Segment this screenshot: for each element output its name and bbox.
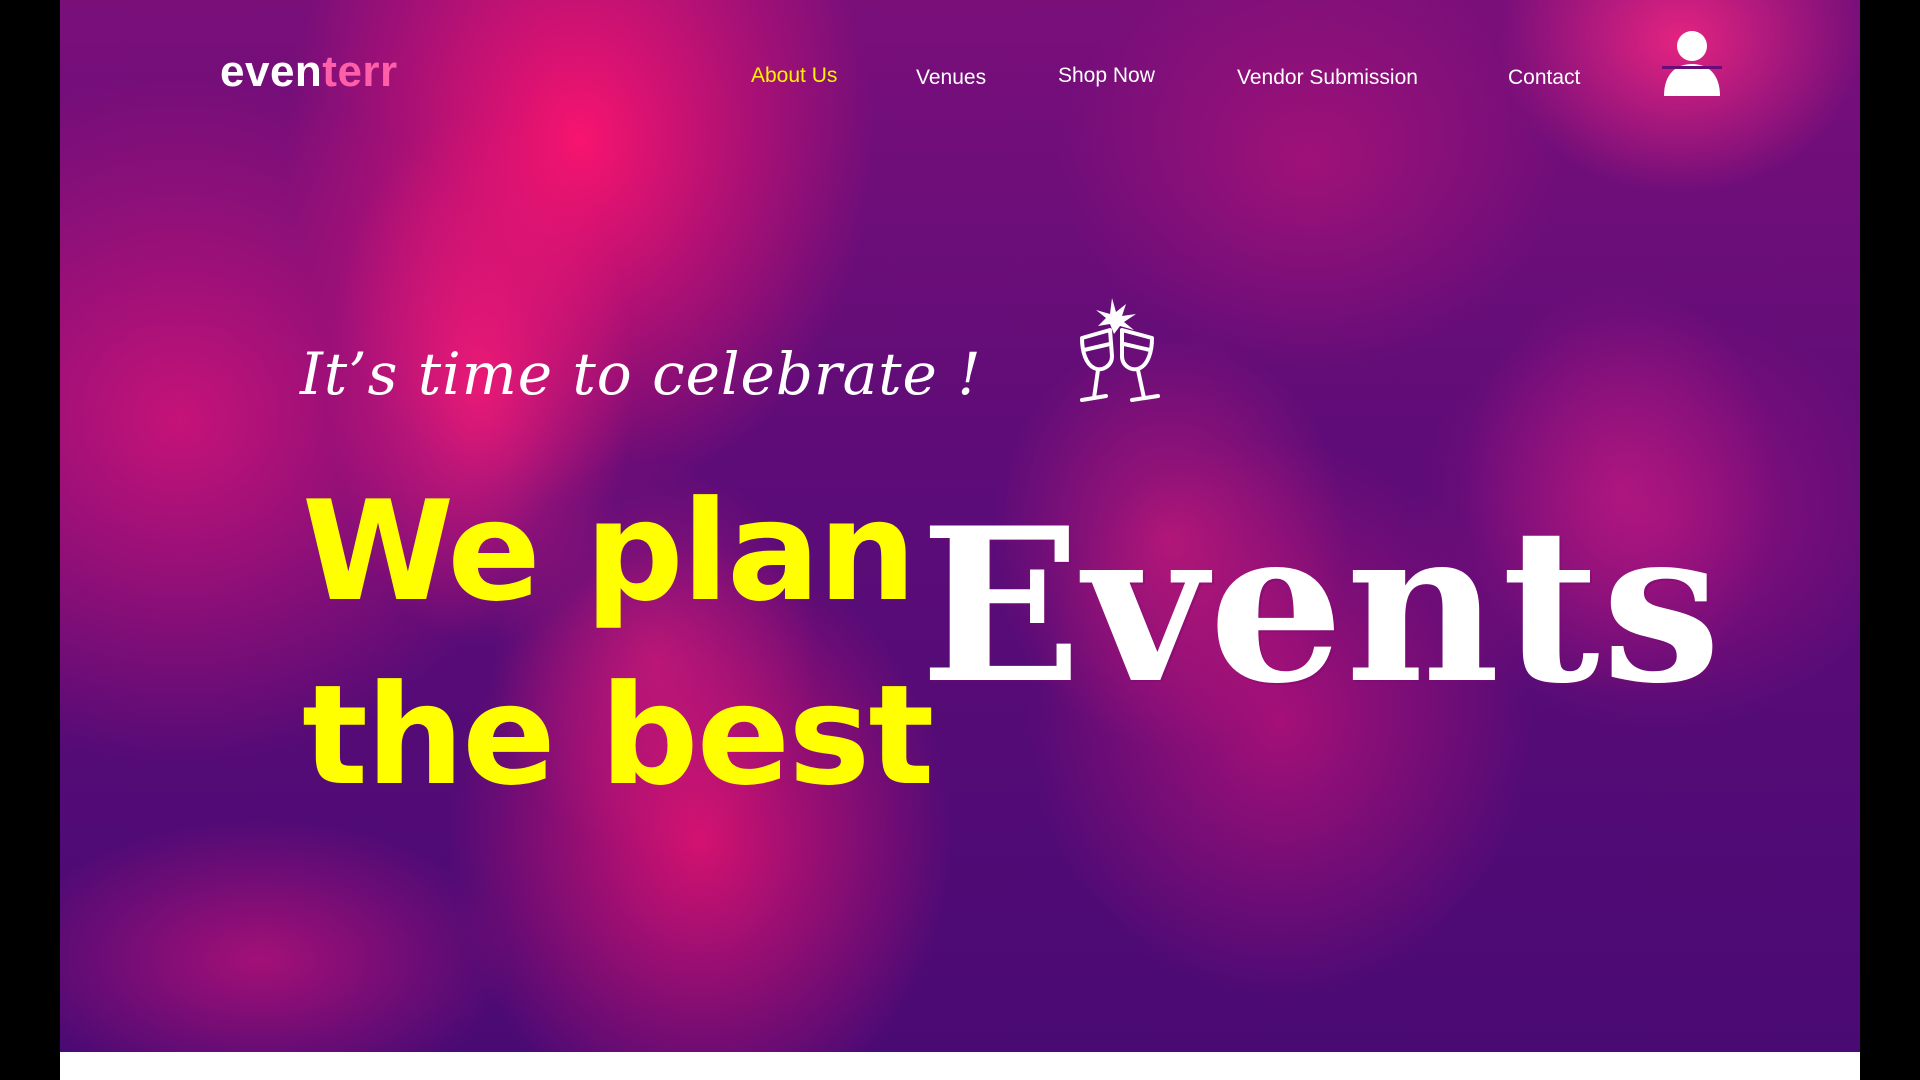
user-icon[interactable] xyxy=(1662,30,1722,96)
hero-headline-line2: the best xyxy=(302,655,934,816)
hero-tagline: It’s time to celebrate ! xyxy=(300,340,982,408)
nav-item-vendor-submission[interactable]: Vendor Submission xyxy=(1237,66,1418,90)
logo-text-part1: even xyxy=(220,47,323,96)
hero-section: eventerr About Us Venues Shop Now Vendor… xyxy=(60,0,1860,1052)
hero-headline: We plan the best xyxy=(302,460,934,828)
nav-item-about-us[interactable]: About Us xyxy=(751,64,837,88)
nav-item-contact[interactable]: Contact xyxy=(1508,66,1580,90)
page: eventerr About Us Venues Shop Now Vendor… xyxy=(60,0,1860,1080)
logo[interactable]: eventerr xyxy=(220,50,398,94)
hero-headline-accent: Events xyxy=(920,481,1724,730)
logo-text-part2: terr xyxy=(322,47,398,96)
cheers-glasses-icon xyxy=(1080,298,1160,402)
nav-item-venues[interactable]: Venues xyxy=(916,66,986,90)
hero-headline-line1: We plan xyxy=(302,471,916,632)
nav-item-shop-now[interactable]: Shop Now xyxy=(1058,64,1155,88)
